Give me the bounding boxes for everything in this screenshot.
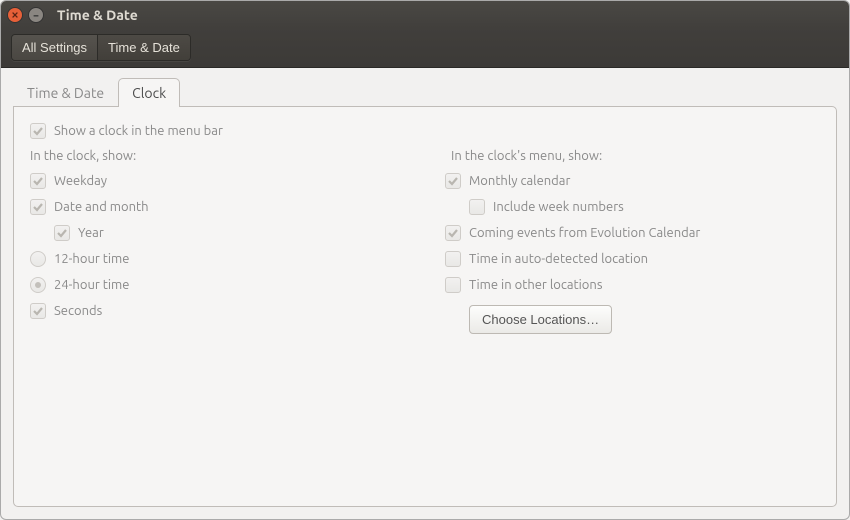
titlebar: Time & Date xyxy=(1,1,849,28)
radio-icon xyxy=(30,277,46,293)
option-24-hour[interactable]: 24-hour time xyxy=(30,277,405,293)
settings-window: Time & Date All Settings Time & Date Tim… xyxy=(0,0,850,520)
option-label: Monthly calendar xyxy=(469,174,570,188)
option-label: Coming events from Evolution Calendar xyxy=(469,226,700,240)
breadcrumb-current[interactable]: Time & Date xyxy=(98,35,190,60)
breadcrumb: All Settings Time & Date xyxy=(11,34,191,61)
option-label: Weekday xyxy=(54,174,107,188)
option-seconds[interactable]: Seconds xyxy=(30,303,405,319)
checkbox-icon xyxy=(30,173,46,189)
checkbox-icon xyxy=(30,303,46,319)
option-time-other-locations[interactable]: Time in other locations xyxy=(445,277,820,293)
section-heading-menu-show: In the clock's menu, show: xyxy=(451,149,820,163)
left-column: In the clock, show: Weekday Date and mon… xyxy=(30,149,405,334)
close-icon[interactable] xyxy=(7,7,23,23)
tab-bar: Time & Date Clock xyxy=(13,78,837,107)
toolbar: All Settings Time & Date xyxy=(1,28,849,68)
option-label: Include week numbers xyxy=(493,200,624,214)
window-title: Time & Date xyxy=(57,7,138,23)
option-coming-events[interactable]: Coming events from Evolution Calendar xyxy=(445,225,820,241)
option-12-hour[interactable]: 12-hour time xyxy=(30,251,405,267)
option-label: Time in other locations xyxy=(469,278,602,292)
option-label: Date and month xyxy=(54,200,149,214)
right-column: In the clock's menu, show: Monthly calen… xyxy=(445,149,820,334)
breadcrumb-all-settings[interactable]: All Settings xyxy=(12,35,98,60)
option-label: 12-hour time xyxy=(54,252,129,266)
tab-panel-clock: Show a clock in the menu bar In the cloc… xyxy=(13,106,837,507)
checkbox-icon xyxy=(445,173,461,189)
section-heading-clock-show: In the clock, show: xyxy=(30,149,405,163)
option-date-month[interactable]: Date and month xyxy=(30,199,405,215)
option-label: Time in auto-detected location xyxy=(469,252,648,266)
option-include-week-numbers[interactable]: Include week numbers xyxy=(469,199,820,215)
radio-icon xyxy=(30,251,46,267)
checkbox-icon xyxy=(445,225,461,241)
option-label: 24-hour time xyxy=(54,278,129,292)
option-year[interactable]: Year xyxy=(54,225,405,241)
option-label: Year xyxy=(78,226,104,240)
checkbox-icon xyxy=(30,199,46,215)
choose-locations-button[interactable]: Choose Locations… xyxy=(469,305,612,334)
checkbox-icon xyxy=(30,123,46,139)
tab-clock[interactable]: Clock xyxy=(118,78,180,107)
option-label: Show a clock in the menu bar xyxy=(54,124,223,138)
checkbox-icon xyxy=(469,199,485,215)
option-time-auto-location[interactable]: Time in auto-detected location xyxy=(445,251,820,267)
checkbox-icon xyxy=(54,225,70,241)
option-show-clock[interactable]: Show a clock in the menu bar xyxy=(30,123,820,139)
option-label: Seconds xyxy=(54,304,102,318)
option-monthly-calendar[interactable]: Monthly calendar xyxy=(445,173,820,189)
checkbox-icon xyxy=(445,277,461,293)
checkbox-icon xyxy=(445,251,461,267)
option-weekday[interactable]: Weekday xyxy=(30,173,405,189)
tab-time-date[interactable]: Time & Date xyxy=(13,78,118,107)
content-area: Time & Date Clock Show a clock in the me… xyxy=(1,68,849,519)
minimize-icon[interactable] xyxy=(28,7,44,23)
